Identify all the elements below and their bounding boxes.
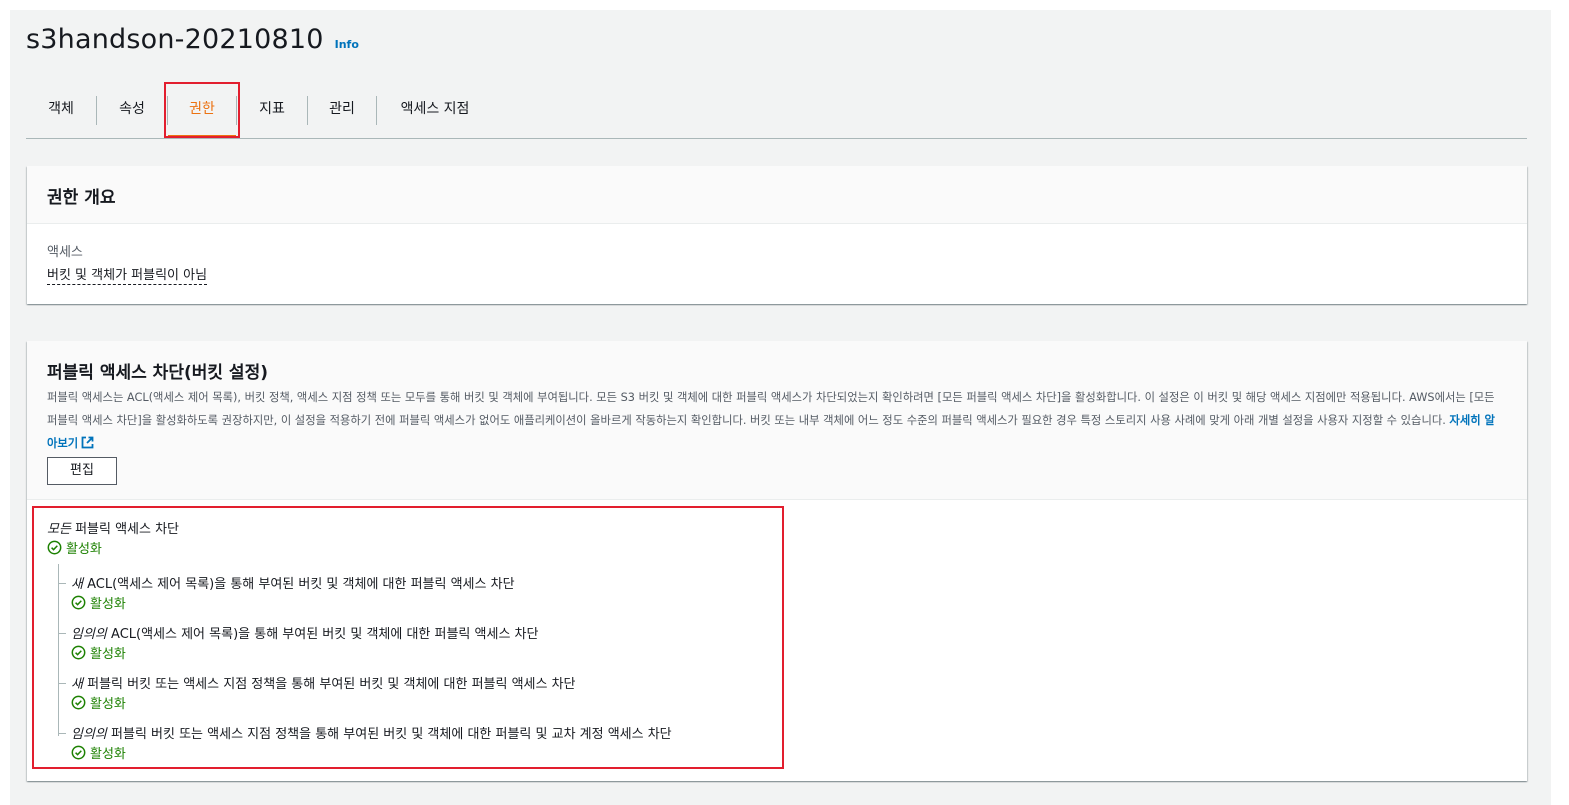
block-public-access-card: 퍼블릭 액세스 차단(버킷 설정) 퍼블릭 액세스는 ACL(액세스 제어 목록…: [27, 341, 1527, 781]
check-circle-icon: [47, 540, 62, 555]
access-value[interactable]: 버킷 및 객체가 퍼블릭이 아님: [47, 264, 208, 285]
status-text: 활성화: [90, 747, 126, 762]
status-text: 활성화: [90, 597, 126, 612]
block-all-public-access-setting: 모든 퍼블릭 액세스 차단: [47, 518, 179, 537]
access-label: 액세스: [47, 245, 83, 260]
setting-emphasis: 새: [71, 577, 83, 592]
page-header: s3handson-20210810 Info: [26, 24, 359, 55]
card-header: 권한 개요: [27, 166, 1527, 224]
permissions-overview-title: 권한 개요: [47, 188, 116, 208]
block-public-access-description: 퍼블릭 액세스는 ACL(액세스 제어 목록), 버킷 정책, 액세스 지점 정…: [47, 386, 1502, 455]
tree-branch: [58, 733, 66, 734]
description-text: 퍼블릭 액세스는 ACL(액세스 제어 목록), 버킷 정책, 액세스 지점 정…: [47, 391, 1495, 427]
external-link-icon: [81, 436, 94, 449]
setting-status: 활성화: [71, 643, 126, 662]
setting-label: 퍼블릭 버킷 또는 액세스 지점 정책을 통해 부여된 버킷 및 객체에 대한 …: [111, 727, 672, 742]
tab-objects[interactable]: 객체: [26, 84, 96, 138]
tab-metrics[interactable]: 지표: [237, 84, 307, 138]
check-circle-icon: [71, 745, 86, 760]
block-public-access-title: 퍼블릭 액세스 차단(버킷 설정): [47, 363, 268, 383]
check-circle-icon: [71, 695, 86, 710]
tree-branch: [58, 633, 66, 634]
tab-access-points[interactable]: 액세스 지점: [377, 84, 493, 138]
sub-setting-new-acl: 새 ACL(액세스 제어 목록)을 통해 부여된 버킷 및 객체에 대한 퍼블릭…: [71, 573, 515, 592]
check-circle-icon: [71, 595, 86, 610]
edit-button[interactable]: 편집: [47, 457, 117, 485]
page: s3handson-20210810 Info 객체 속성 권한 지표 관리 액…: [10, 10, 1551, 805]
tab-bar: 객체 속성 권한 지표 관리 액세스 지점: [26, 84, 1527, 139]
status-text: 활성화: [90, 697, 126, 712]
tab-properties[interactable]: 속성: [97, 84, 167, 138]
check-circle-icon: [71, 645, 86, 660]
sub-setting-any-acl: 임의의 ACL(액세스 제어 목록)을 통해 부여된 버킷 및 객체에 대한 퍼…: [71, 623, 538, 642]
sub-setting-new-policy: 새 퍼블릭 버킷 또는 액세스 지점 정책을 통해 부여된 버킷 및 객체에 대…: [71, 673, 576, 692]
card-header: 퍼블릭 액세스 차단(버킷 설정) 퍼블릭 액세스는 ACL(액세스 제어 목록…: [27, 341, 1527, 500]
status-text: 활성화: [66, 542, 102, 557]
setting-label: 퍼블릭 버킷 또는 액세스 지점 정책을 통해 부여된 버킷 및 객체에 대한 …: [87, 677, 576, 692]
setting-emphasis: 임의의: [71, 727, 107, 742]
status-text: 활성화: [90, 647, 126, 662]
setting-emphasis: 모든: [47, 522, 71, 537]
setting-status: 활성화: [71, 693, 126, 712]
setting-label: ACL(액세스 제어 목록)을 통해 부여된 버킷 및 객체에 대한 퍼블릭 액…: [111, 627, 539, 642]
settings-highlight-box: 모든 퍼블릭 액세스 차단 활성화 새 ACL(액세스 제어 목록)을 통해 부…: [32, 506, 784, 769]
permissions-overview-card: 권한 개요 액세스 버킷 및 객체가 퍼블릭이 아님: [27, 166, 1527, 304]
tree-line: [58, 564, 59, 736]
setting-emphasis: 임의의: [71, 627, 107, 642]
sub-setting-any-policy: 임의의 퍼블릭 버킷 또는 액세스 지점 정책을 통해 부여된 버킷 및 객체에…: [71, 723, 672, 742]
setting-label: 퍼블릭 액세스 차단: [75, 522, 180, 537]
tab-highlight-box: [164, 82, 240, 138]
setting-status: 활성화: [71, 743, 126, 762]
setting-emphasis: 새: [71, 677, 83, 692]
tree-branch: [58, 583, 66, 584]
setting-status: 활성화: [47, 538, 102, 557]
setting-status: 활성화: [71, 593, 126, 612]
tab-management[interactable]: 관리: [308, 84, 376, 138]
page-title: s3handson-20210810: [26, 24, 324, 55]
info-link[interactable]: Info: [335, 38, 359, 51]
setting-label: ACL(액세스 제어 목록)을 통해 부여된 버킷 및 객체에 대한 퍼블릭 액…: [87, 577, 515, 592]
tree-branch: [58, 683, 66, 684]
